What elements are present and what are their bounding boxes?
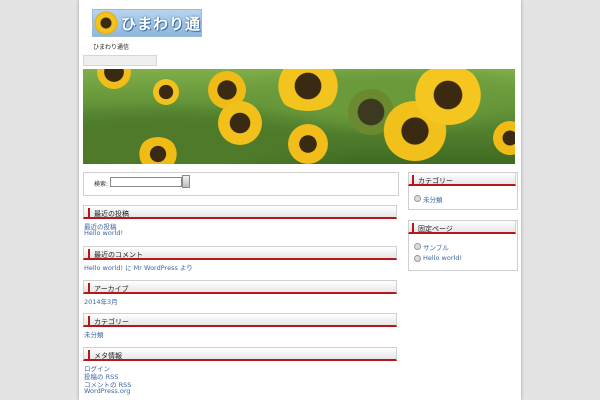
- bullet-icon: [414, 243, 421, 250]
- meta-title: メタ情報: [83, 347, 397, 361]
- recent-post-link[interactable]: Hello world!: [84, 229, 123, 237]
- sidebar-category-link[interactable]: 未分類: [423, 194, 443, 204]
- archive-link[interactable]: 2014年3月: [84, 296, 118, 306]
- search-widget: 検索:: [83, 172, 399, 196]
- bullet-icon: [414, 255, 421, 262]
- logo-text: ひまわり通信: [121, 14, 202, 33]
- recent-comment-link[interactable]: Hello world! に Mr WordPress より: [84, 262, 193, 272]
- header-banner-image: [83, 69, 515, 164]
- category-link[interactable]: 未分類: [84, 329, 104, 339]
- main-widgets: 最近の投稿 最近の投稿 Hello world! 最近のコメント Hello w…: [83, 205, 397, 400]
- bullet-icon: [414, 195, 421, 202]
- sidebar-page-link[interactable]: サンプル: [423, 242, 449, 252]
- site-tagline: ひまわり通信: [93, 44, 130, 51]
- search-button[interactable]: [182, 175, 190, 188]
- sidebar-pages-widget: 固定ページ サンプル Hello world!: [408, 220, 518, 271]
- sunflower-icon: [94, 11, 118, 35]
- sidebar-pages-title: 固定ページ: [408, 220, 516, 234]
- categories-title: カテゴリー: [83, 313, 397, 327]
- search-label: 検索:: [94, 181, 109, 188]
- sidebar-categories-title: カテゴリー: [408, 172, 516, 186]
- site-logo[interactable]: ひまわり通信: [92, 9, 202, 37]
- sidebar-page-link[interactable]: Hello world!: [423, 254, 462, 262]
- recent-posts-title: 最近の投稿: [83, 205, 397, 219]
- top-nav-bar: [83, 55, 157, 66]
- recent-comments-title: 最近のコメント: [83, 246, 397, 260]
- meta-wordpress-link[interactable]: WordPress.org: [84, 387, 131, 395]
- archives-title: アーカイブ: [83, 280, 397, 294]
- sidebar-categories-widget: カテゴリー 未分類: [408, 172, 518, 210]
- page-container: ひまわり通信 ひまわり通信 検索: 最近の投稿 最近の投稿 Hello worl…: [79, 0, 521, 400]
- search-input[interactable]: [110, 177, 182, 187]
